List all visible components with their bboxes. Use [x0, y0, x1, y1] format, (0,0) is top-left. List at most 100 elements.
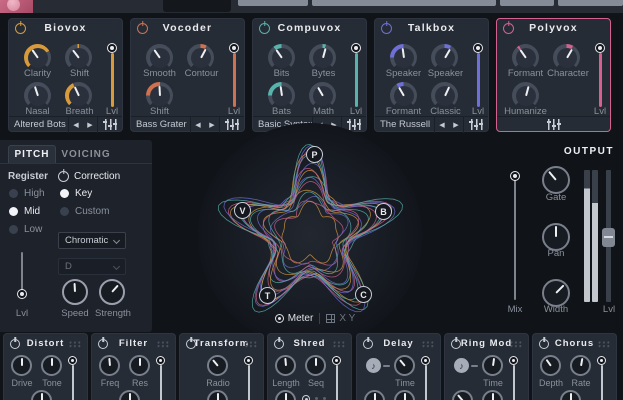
tab-pitch[interactable]: PITCH: [8, 145, 56, 163]
fx-level-handle[interactable]: [68, 356, 77, 365]
fx-level-track[interactable]: [248, 365, 251, 400]
level-slider-handle[interactable]: [595, 43, 605, 53]
fx-level-handle[interactable]: [509, 356, 518, 365]
header-preset-bar[interactable]: [312, 0, 496, 6]
header-button[interactable]: [238, 0, 308, 6]
character-knob[interactable]: [553, 44, 580, 71]
formant-knob[interactable]: [512, 44, 539, 71]
time-knob[interactable]: [394, 355, 415, 376]
tempo-sync-icon[interactable]: ♪: [454, 358, 469, 373]
drag-handle-icon[interactable]: [510, 341, 523, 348]
level-slider-handle[interactable]: [229, 43, 239, 53]
key-label[interactable]: Key: [75, 188, 92, 199]
shift-knob[interactable]: [146, 82, 173, 109]
shred-mode-radio[interactable]: [302, 395, 310, 400]
speaker-knob[interactable]: [390, 44, 417, 71]
register-high-radio[interactable]: [9, 189, 18, 198]
bats-knob[interactable]: [268, 82, 295, 109]
mix-slider-handle[interactable]: [510, 171, 520, 181]
preset-name[interactable]: Altered Bots: [9, 119, 68, 130]
bits-knob[interactable]: [268, 44, 295, 71]
drag-handle-icon[interactable]: [157, 341, 170, 348]
fx-knob[interactable]: [452, 390, 473, 400]
depth-knob[interactable]: [540, 355, 561, 376]
length-knob[interactable]: [275, 355, 296, 376]
next-preset-icon[interactable]: ▶: [449, 121, 463, 129]
xy-mode[interactable]: X Y: [326, 313, 355, 324]
prev-preset-icon[interactable]: ◀: [435, 121, 449, 129]
preset-name[interactable]: Bass Grater: [131, 119, 190, 130]
fx-level-track[interactable]: [513, 365, 516, 400]
node-polyvox[interactable]: P: [306, 146, 323, 163]
node-vocoder[interactable]: V: [234, 202, 251, 219]
meter-mode[interactable]: Meter: [275, 313, 314, 324]
strength-knob[interactable]: [99, 279, 125, 305]
smooth-knob[interactable]: [146, 44, 173, 71]
fx-knob[interactable]: [119, 390, 140, 400]
bytes-knob[interactable]: [309, 44, 336, 71]
fx-level-track[interactable]: [72, 365, 75, 400]
prev-preset-icon[interactable]: ◀: [69, 121, 83, 129]
fx-knob[interactable]: [560, 390, 581, 400]
seq-knob[interactable]: [305, 355, 326, 376]
advanced-panel-icon[interactable]: [542, 119, 566, 130]
res-knob[interactable]: [129, 355, 150, 376]
fx-level-handle[interactable]: [156, 356, 165, 365]
fx-knob[interactable]: [275, 390, 296, 400]
freq-knob[interactable]: [99, 355, 120, 376]
next-preset-icon[interactable]: ▶: [83, 121, 97, 129]
fx-level-handle[interactable]: [332, 356, 341, 365]
speaker-knob[interactable]: [431, 44, 458, 71]
level-slider-handle[interactable]: [473, 43, 483, 53]
level-slider-handle[interactable]: [107, 43, 117, 53]
custom-radio[interactable]: [60, 207, 69, 216]
node-biovox[interactable]: B: [375, 203, 392, 220]
fx-level-track[interactable]: [160, 365, 163, 400]
pitch-level-handle[interactable]: [17, 289, 27, 299]
tempo-sync-icon[interactable]: ♪: [366, 358, 381, 373]
key-radio[interactable]: [60, 189, 69, 198]
time-knob[interactable]: [482, 355, 503, 376]
tab-voicing[interactable]: VOICING: [57, 145, 115, 163]
register-low-label[interactable]: Low: [24, 224, 42, 235]
breath-knob[interactable]: [65, 82, 92, 109]
drag-handle-icon[interactable]: [69, 341, 82, 348]
advanced-panel-icon[interactable]: [98, 119, 122, 130]
output-fader-handle[interactable]: [602, 228, 615, 247]
advanced-panel-icon[interactable]: [464, 119, 488, 130]
level-slider-track[interactable]: [233, 53, 236, 107]
gate-knob[interactable]: [542, 166, 570, 194]
correction-power-icon[interactable]: [58, 171, 69, 182]
level-slider-track[interactable]: [355, 53, 358, 107]
pan-knob[interactable]: [542, 223, 570, 251]
mix-slider-track[interactable]: [514, 180, 516, 300]
register-mid-radio[interactable]: [9, 207, 18, 216]
app-logo-icon[interactable]: [0, 0, 33, 13]
level-slider-handle[interactable]: [351, 43, 361, 53]
fx-level-track[interactable]: [425, 365, 428, 400]
drag-handle-icon[interactable]: [333, 341, 346, 348]
custom-label[interactable]: Custom: [75, 206, 109, 217]
level-slider-track[interactable]: [599, 53, 602, 107]
width-knob[interactable]: [542, 279, 570, 307]
drive-knob[interactable]: [11, 355, 32, 376]
fx-knob[interactable]: [394, 390, 415, 400]
drag-handle-icon[interactable]: [598, 341, 611, 348]
tone-knob[interactable]: [41, 355, 62, 376]
register-low-radio[interactable]: [9, 225, 18, 234]
formant-knob[interactable]: [390, 82, 417, 109]
speed-knob[interactable]: [62, 279, 88, 305]
nasal-knob[interactable]: [24, 82, 51, 109]
fx-level-handle[interactable]: [597, 356, 606, 365]
level-slider-track[interactable]: [111, 53, 114, 107]
clarity-knob[interactable]: [24, 44, 51, 71]
register-high-label[interactable]: High: [24, 188, 45, 199]
node-compuvox[interactable]: C: [355, 286, 372, 303]
root-select[interactable]: D: [58, 258, 126, 275]
fx-level-handle[interactable]: [244, 356, 253, 365]
fx-level-track[interactable]: [601, 365, 604, 400]
shift-knob[interactable]: [65, 44, 92, 71]
classic-knob[interactable]: [431, 82, 458, 109]
contour-knob[interactable]: [187, 44, 214, 71]
fx-knob[interactable]: [31, 390, 52, 400]
